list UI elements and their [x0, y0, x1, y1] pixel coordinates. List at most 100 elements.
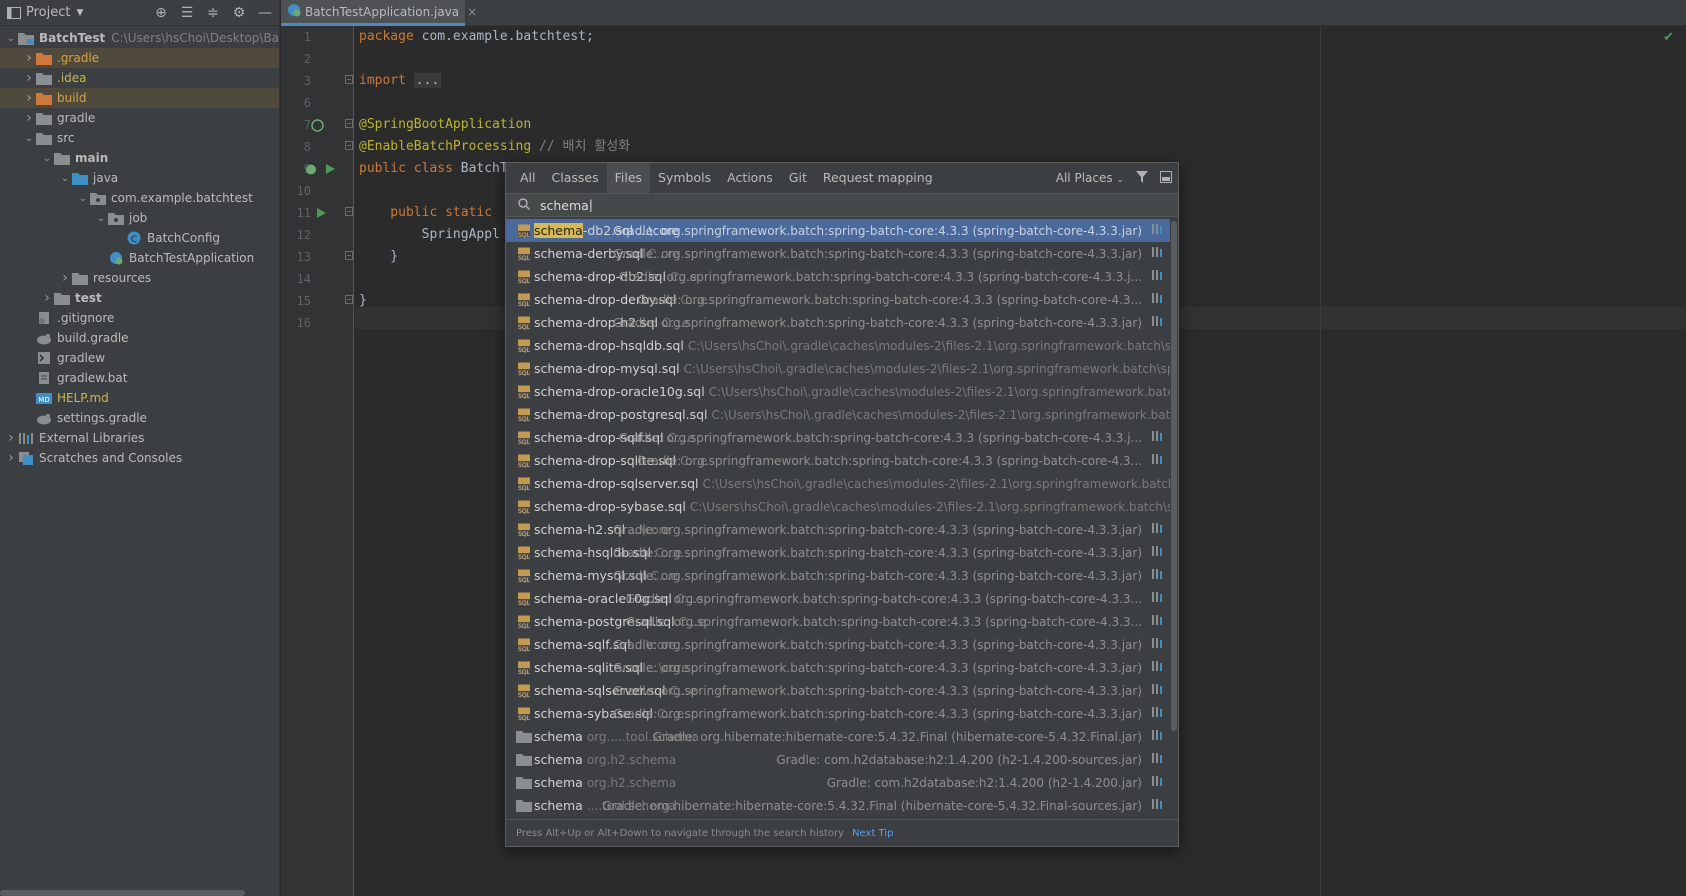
search-result-row[interactable]: SQL schema-drop-db2.sql C...e Gradle: org.s…: [506, 265, 1172, 288]
chevron-down-icon[interactable]: ⌄: [4, 33, 18, 44]
tree-item[interactable]: › External Libraries: [0, 428, 279, 448]
search-result-row[interactable]: SQL schema-sqlite.sql ...\core Gradle: org.…: [506, 656, 1172, 679]
search-field[interactable]: schema |: [506, 193, 1178, 217]
scrollbar-thumb[interactable]: [1171, 221, 1177, 731]
fold-marker-icon[interactable]: [345, 119, 353, 131]
sql-file-icon: SQL: [516, 316, 532, 330]
tab-request-mapping[interactable]: Request mapping: [815, 163, 941, 193]
search-result-row[interactable]: SQL schema-drop-postgresql.sql C:\Users\hs…: [506, 403, 1172, 426]
tree-item[interactable]: › build: [0, 88, 279, 108]
fold-marker-icon[interactable]: [345, 75, 353, 87]
chevron-down-icon[interactable]: ⌄: [22, 133, 36, 144]
tree-item[interactable]: ⌄ job: [0, 208, 279, 228]
fold-marker-icon[interactable]: [345, 207, 353, 219]
search-result-row[interactable]: SQL schema-drop-sqlf.sql C...e Gradle: org.…: [506, 426, 1172, 449]
chevron-down-icon[interactable]: ⌄: [76, 193, 90, 204]
search-result-row[interactable]: schema ....tool.schema Gradle: org.hiberna…: [506, 794, 1172, 817]
tree-item[interactable]: › Scratches and Consoles: [0, 448, 279, 468]
tree-item[interactable]: ⌄ java: [0, 168, 279, 188]
tree-item[interactable]: build.gradle: [0, 328, 279, 348]
run-icon[interactable]: [325, 163, 336, 178]
search-result-row[interactable]: schema org.....tool.schema Gradle: org.hib…: [506, 725, 1172, 748]
chevron-down-icon[interactable]: ⌄: [94, 213, 108, 224]
tab-files[interactable]: Files: [606, 163, 651, 193]
fold-marker-icon[interactable]: [345, 141, 353, 153]
tree-item[interactable]: .gitignore: [0, 308, 279, 328]
search-result-row[interactable]: SQL schema-drop-oracle10g.sql C:\Users\hsC…: [506, 380, 1172, 403]
tree-item[interactable]: ⌄ BatchTest C:\Users\hsChoi\Desktop\Bat: [0, 28, 279, 48]
tree-item[interactable]: gradlew.bat: [0, 368, 279, 388]
tree-item[interactable]: › .idea: [0, 68, 279, 88]
search-result-row[interactable]: SQL schema-drop-sybase.sql C:\Users\hsChoi…: [506, 495, 1172, 518]
tree-item[interactable]: C BatchConfig: [0, 228, 279, 248]
search-input[interactable]: schema: [540, 198, 589, 213]
spring-bean-gutter-icon[interactable]: [305, 163, 319, 179]
chevron-right-icon[interactable]: ›: [22, 110, 36, 126]
chevron-right-icon[interactable]: ›: [4, 430, 18, 446]
inspection-ok-check-icon[interactable]: ✔: [1663, 30, 1674, 45]
tab-classes[interactable]: Classes: [544, 163, 607, 193]
search-result-row[interactable]: SQL schema-db2.sql ...\core Gradle: org.spr…: [506, 219, 1172, 242]
tab-git[interactable]: Git: [781, 163, 815, 193]
tree-item[interactable]: MD HELP.md: [0, 388, 279, 408]
project-view-dropdown-icon[interactable]: ▼: [76, 8, 83, 18]
fold-marker-icon[interactable]: [345, 295, 353, 307]
locate-file-icon[interactable]: ⊕: [153, 5, 169, 21]
tree-item[interactable]: › resources: [0, 268, 279, 288]
tree-item[interactable]: BatchTestApplication: [0, 248, 279, 268]
search-result-row[interactable]: SQL schema-mysql.sql C...e Gradle: org.spri…: [506, 564, 1172, 587]
search-result-row[interactable]: schema org.h2.schema Gradle: com.h2databas…: [506, 748, 1172, 771]
scope-dropdown[interactable]: All Places ⌄: [1056, 171, 1124, 185]
next-tip-link[interactable]: Next Tip: [852, 828, 893, 839]
tree-item[interactable]: ⌄ src: [0, 128, 279, 148]
search-result-row[interactable]: SQL schema-drop-sqlite.sql C...e Gradle: or…: [506, 449, 1172, 472]
chevron-right-icon[interactable]: ›: [22, 70, 36, 86]
tree-item[interactable]: settings.gradle: [0, 408, 279, 428]
search-result-row[interactable]: SQL schema-derby.sql C...re Gradle: org.spr…: [506, 242, 1172, 265]
search-result-row[interactable]: SQL schema-sqlf.sql ...\core Gradle: org.sp…: [506, 633, 1172, 656]
collapse-all-icon[interactable]: ≑: [205, 5, 221, 21]
search-result-row[interactable]: schema org.h2.schema Gradle: com.h2databas…: [506, 771, 1172, 794]
project-horizontal-scrollbar[interactable]: [0, 890, 245, 896]
chevron-down-icon[interactable]: ⌄: [58, 173, 72, 184]
search-result-row[interactable]: SQL schema-h2.sql ...\core Gradle: org.spri…: [506, 518, 1172, 541]
fold-marker-icon[interactable]: [345, 251, 353, 263]
tree-item[interactable]: › .gradle: [0, 48, 279, 68]
chevron-right-icon[interactable]: ›: [22, 90, 36, 106]
search-result-row[interactable]: SQL schema-postgresql.sql C...e Gradle: org…: [506, 610, 1172, 633]
results-scrollbar[interactable]: [1170, 219, 1178, 819]
search-result-row[interactable]: SQL schema-drop-derby.sql C...e Gradle: org…: [506, 288, 1172, 311]
expand-all-icon[interactable]: ☰: [179, 5, 195, 21]
filter-icon[interactable]: [1136, 170, 1148, 186]
project-panel-title[interactable]: Project: [26, 5, 70, 20]
tree-item[interactable]: › gradle: [0, 108, 279, 128]
search-result-row[interactable]: SQL schema-drop-mysql.sql C:\Users\hsChoi\…: [506, 357, 1172, 380]
tab-all[interactable]: All: [512, 163, 544, 193]
search-result-row[interactable]: SQL schema-oracle10g.sql C...e Gradle: org.…: [506, 587, 1172, 610]
open-in-find-window-icon[interactable]: [1160, 170, 1172, 186]
tab-actions[interactable]: Actions: [719, 163, 781, 193]
spring-bean-gutter-icon[interactable]: [311, 119, 324, 135]
chevron-right-icon[interactable]: ›: [4, 450, 18, 466]
search-result-row[interactable]: SQL schema-sybase.sql C...e Gradle: org.spr…: [506, 702, 1172, 725]
search-result-row[interactable]: SQL schema-drop-sqlserver.sql C:\Users\hsC…: [506, 472, 1172, 495]
tree-item[interactable]: ⌄ main: [0, 148, 279, 168]
tree-item[interactable]: ⌄ com.example.batchtest: [0, 188, 279, 208]
search-result-row[interactable]: SQL schema-sqlserver.sql C...e Gradle: org.…: [506, 679, 1172, 702]
tree-item[interactable]: gradlew: [0, 348, 279, 368]
search-result-row[interactable]: SQL schema-drop-hsqldb.sql C:\Users\hsChoi…: [506, 334, 1172, 357]
tab-symbols[interactable]: Symbols: [650, 163, 719, 193]
folded-imports[interactable]: ...: [413, 73, 442, 88]
chevron-down-icon[interactable]: ⌄: [40, 153, 54, 164]
search-result-row[interactable]: SQL schema-drop-h2.sql C...e Gradle: org.sp…: [506, 311, 1172, 334]
close-tab-icon[interactable]: ×: [467, 5, 477, 19]
hide-panel-icon[interactable]: —: [257, 5, 273, 21]
chevron-right-icon[interactable]: ›: [58, 270, 72, 286]
run-icon[interactable]: [316, 207, 327, 222]
tab-batch-test-application[interactable]: BatchTestApplication.java ×: [281, 0, 477, 26]
search-result-row[interactable]: SQL schema-hsqldb.sql C...e Gradle: org.spr…: [506, 541, 1172, 564]
chevron-right-icon[interactable]: ›: [22, 50, 36, 66]
tree-item[interactable]: › test: [0, 288, 279, 308]
settings-gear-icon[interactable]: ⚙: [231, 5, 247, 21]
chevron-right-icon[interactable]: ›: [40, 290, 54, 306]
